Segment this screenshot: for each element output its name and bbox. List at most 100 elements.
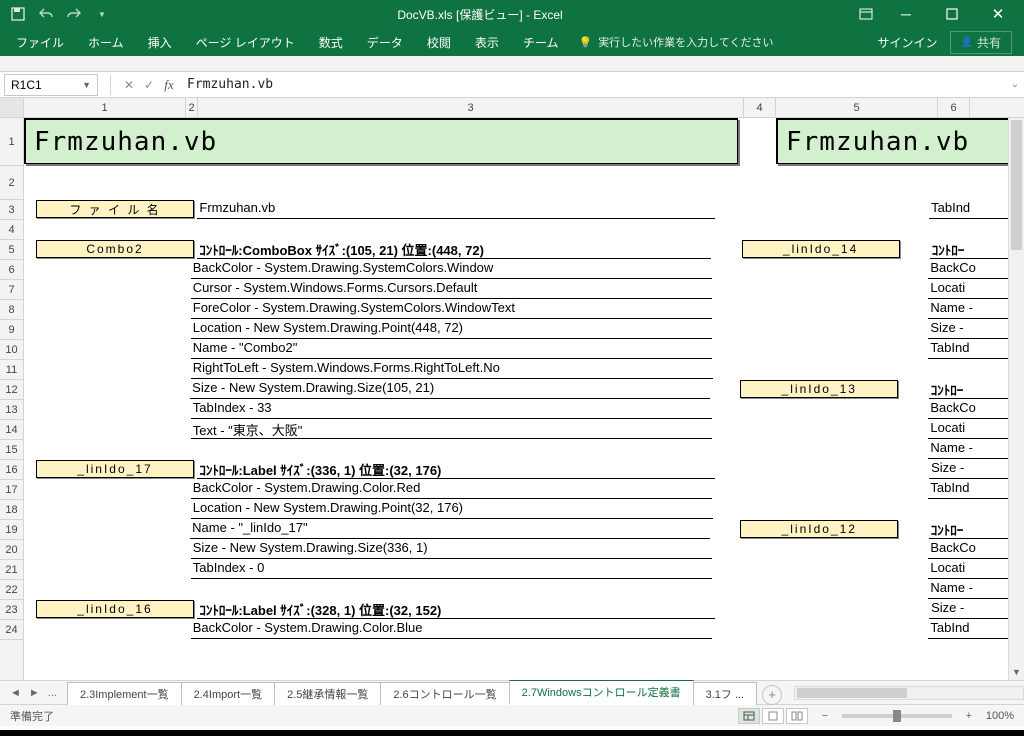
redo-icon[interactable] <box>66 6 82 22</box>
accept-formula-button[interactable]: ✓ <box>139 75 159 95</box>
worksheet-grid[interactable]: 1 2 3 4 5 6 1 2 3 4 5 6 7 8 9 10 11 12 1… <box>0 98 1024 680</box>
sheet-tab[interactable]: 2.5継承情報一覧 <box>274 682 381 705</box>
row-header[interactable]: 16 <box>0 460 23 480</box>
normal-view-button[interactable] <box>738 708 760 724</box>
cell[interactable]: ｺﾝﾄﾛｰﾙ:Label ｻｲｽﾞ:(336, 1) 位置:(32, 176) <box>197 460 715 479</box>
row-header[interactable]: 13 <box>0 400 23 420</box>
row-header[interactable]: 14 <box>0 420 23 440</box>
row-header[interactable]: 10 <box>0 340 23 360</box>
cell[interactable]: Text - "東京、大阪" <box>191 420 713 439</box>
tag-linido13[interactable]: _linIdo_13 <box>740 380 898 398</box>
add-sheet-button[interactable]: + <box>762 685 782 705</box>
horizontal-scrollbar[interactable] <box>794 686 1024 700</box>
cell[interactable]: TabIndex - 33 <box>191 400 713 419</box>
row-header[interactable]: 23 <box>0 600 23 620</box>
share-button[interactable]: 👤 共有 <box>950 31 1012 54</box>
sheet-tab[interactable]: 3.1フ ... <box>693 682 758 705</box>
cell[interactable]: Name - "Combo2" <box>191 340 713 359</box>
scroll-thumb[interactable] <box>797 688 907 698</box>
tab-view[interactable]: 表示 <box>465 30 509 55</box>
cell[interactable] <box>191 580 713 600</box>
row-header[interactable]: 4 <box>0 220 23 240</box>
row-header[interactable]: 24 <box>0 620 23 640</box>
sheet-nav-last-icon[interactable]: ► <box>29 687 40 699</box>
tag-linido14[interactable]: _linIdo_14 <box>742 240 900 258</box>
row-header[interactable]: 2 <box>0 166 23 200</box>
tab-data[interactable]: データ <box>357 30 413 55</box>
maximize-button[interactable] <box>930 0 974 28</box>
page-layout-view-button[interactable] <box>762 708 784 724</box>
row-header[interactable]: 20 <box>0 540 23 560</box>
tag-combo2[interactable]: Combo2 <box>36 240 194 258</box>
cell[interactable]: BackColor - System.Drawing.Color.Blue <box>191 620 713 639</box>
sheet-tab[interactable]: 2.4Import一覧 <box>181 682 275 705</box>
select-all-corner[interactable] <box>0 98 24 117</box>
undo-icon[interactable] <box>38 6 54 22</box>
tag-linido17[interactable]: _linIdo_17 <box>36 460 194 478</box>
cell[interactable]: BackColor - System.Drawing.SystemColors.… <box>191 260 713 279</box>
cell[interactable]: Location - New System.Drawing.Point(448,… <box>191 320 713 339</box>
row-header[interactable]: 11 <box>0 360 23 380</box>
expand-formula-bar-icon[interactable]: ⌄ <box>1006 79 1024 90</box>
cell[interactable]: ForeColor - System.Drawing.SystemColors.… <box>191 300 713 319</box>
tab-review[interactable]: 校閲 <box>417 30 461 55</box>
cell[interactable]: TabIndex - 0 <box>191 560 713 579</box>
sheet-nav-first-icon[interactable]: ◄ <box>10 687 21 699</box>
row-header[interactable]: 17 <box>0 480 23 500</box>
vertical-scrollbar[interactable]: ▲ ▼ <box>1008 118 1024 680</box>
zoom-handle[interactable] <box>893 710 901 722</box>
row-header[interactable]: 18 <box>0 500 23 520</box>
cell[interactable]: Size - New System.Drawing.Size(105, 21) <box>190 380 710 399</box>
zoom-in-button[interactable]: + <box>962 710 976 722</box>
cell[interactable]: Name - "_linIdo_17" <box>190 520 710 539</box>
cell[interactable]: BackColor - System.Drawing.Color.Red <box>191 480 713 499</box>
page-break-view-button[interactable] <box>786 708 808 724</box>
cell[interactable]: Size - New System.Drawing.Size(336, 1) <box>191 540 713 559</box>
col-header[interactable]: 2 <box>186 98 198 117</box>
section-header-left[interactable]: Frmzuhan.vb <box>24 118 738 164</box>
row-header[interactable]: 6 <box>0 260 23 280</box>
cell[interactable]: RightToLeft - System.Windows.Forms.Right… <box>191 360 713 379</box>
tab-insert[interactable]: 挿入 <box>138 30 182 55</box>
scroll-down-icon[interactable]: ▼ <box>1009 664 1024 680</box>
row-header[interactable]: 21 <box>0 560 23 580</box>
cell[interactable]: Cursor - System.Windows.Forms.Cursors.De… <box>191 280 713 299</box>
tab-page-layout[interactable]: ページ レイアウト <box>186 30 305 55</box>
row-header[interactable]: 12 <box>0 380 23 400</box>
row-header[interactable]: 22 <box>0 580 23 600</box>
col-header[interactable]: 3 <box>198 98 744 117</box>
cell[interactable]: Frmzuhan.vb <box>197 200 715 219</box>
cancel-formula-button[interactable]: ✕ <box>119 75 139 95</box>
row-header[interactable]: 9 <box>0 320 23 340</box>
minimize-button[interactable]: ─ <box>884 0 928 28</box>
ribbon-display-options[interactable] <box>850 0 882 28</box>
qat-dropdown-icon[interactable]: ▼ <box>94 6 110 22</box>
tag-filename[interactable]: フ ァ イ ル 名 <box>36 200 194 218</box>
tab-home[interactable]: ホーム <box>78 30 134 55</box>
row-header[interactable]: 15 <box>0 440 23 460</box>
scroll-thumb[interactable] <box>1011 120 1022 250</box>
tell-me-search[interactable]: 💡 実行したい作業を入力してください <box>578 34 773 50</box>
sheet-nav-more[interactable]: ... <box>48 687 57 699</box>
sheet-tab[interactable]: 2.6コントロール一覧 <box>380 682 509 705</box>
cells-area[interactable]: Frmzuhan.vb Frmzuhan.vb フ ァ イ ル 名 Frmzuh… <box>24 118 1024 680</box>
tag-linido12[interactable]: _linIdo_12 <box>740 520 898 538</box>
cell[interactable] <box>191 440 713 460</box>
row-header[interactable]: 8 <box>0 300 23 320</box>
section-header-right[interactable]: Frmzuhan.vb <box>776 118 1024 164</box>
zoom-slider[interactable] <box>842 714 952 718</box>
row-header[interactable]: 1 <box>0 118 23 166</box>
tab-team[interactable]: チーム <box>513 30 569 55</box>
sheet-tab[interactable]: 2.3Implement一覧 <box>67 682 182 705</box>
col-header[interactable]: 1 <box>24 98 186 117</box>
row-header[interactable]: 7 <box>0 280 23 300</box>
sign-in-link[interactable]: サインイン <box>878 34 938 51</box>
save-icon[interactable] <box>10 6 26 22</box>
tag-linido16[interactable]: _linIdo_16 <box>36 600 194 618</box>
cell[interactable]: ｺﾝﾄﾛｰﾙ:ComboBox ｻｲｽﾞ:(105, 21) 位置:(448, … <box>197 240 711 259</box>
col-header[interactable]: 6 <box>938 98 970 117</box>
tab-formulas[interactable]: 数式 <box>309 30 353 55</box>
sheet-tab-active[interactable]: 2.7Windowsコントロール定義書 <box>509 680 694 705</box>
formula-input[interactable]: Frmzuhan.vb <box>179 77 1006 92</box>
close-button[interactable]: ✕ <box>976 0 1020 28</box>
